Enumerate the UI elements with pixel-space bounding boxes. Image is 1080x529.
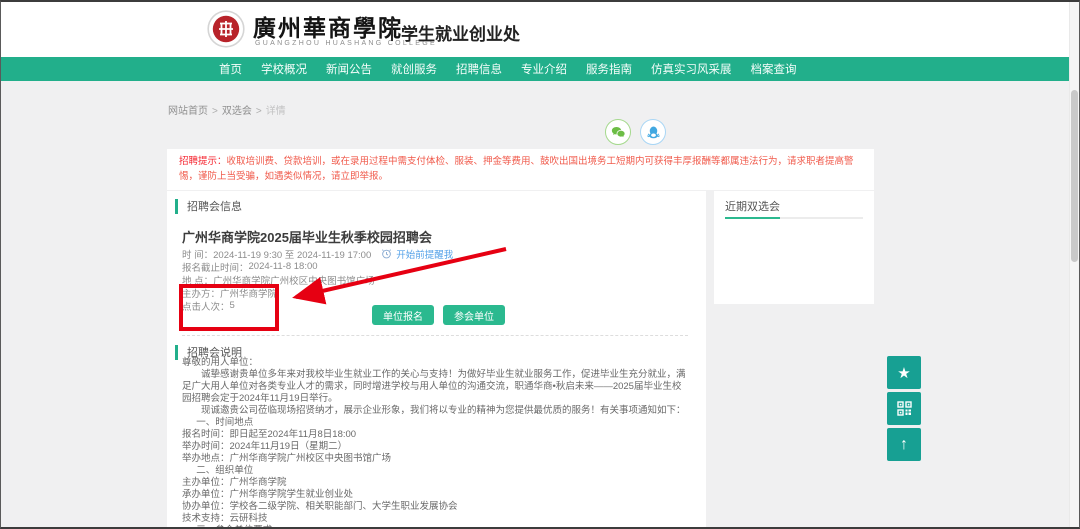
scrollbar-thumb[interactable]: [1071, 90, 1078, 262]
description-line: 举办时间：2024年11月19日（星期二）: [182, 441, 688, 453]
nav-item-home[interactable]: 首页: [219, 61, 242, 77]
wechat-share-button[interactable]: [605, 119, 631, 145]
wechat-icon: [610, 124, 627, 141]
nav-item-school-overview[interactable]: 学校概况: [261, 61, 307, 77]
warning-label: 招聘提示：: [179, 156, 227, 167]
school-name: 廣州華商學院: [253, 9, 403, 43]
favorite-button[interactable]: ★: [887, 356, 921, 389]
share-buttons: [605, 119, 666, 145]
qrcode-icon: [897, 401, 912, 416]
host-label: 主办方：: [182, 286, 220, 300]
deadline-label: 报名截止时间：: [182, 260, 249, 274]
nav-item-service-guide[interactable]: 服务指南: [586, 61, 632, 77]
recruitment-warning-banner: 招聘提示：收取培训费、贷款培训，或在录用过程中需支付体检、服装、押金等费用、鼓吹…: [167, 149, 874, 190]
nav-item-internship-showcase[interactable]: 仿真实习风采展: [651, 61, 732, 77]
section-title-text: 招聘会信息: [187, 198, 242, 214]
description-line: 三、参会单位要求: [182, 525, 688, 529]
unit-register-button[interactable]: 单位报名: [372, 305, 434, 325]
nav-items: 首页 学校概况 新闻公告 就创服务 招聘信息 专业介绍 服务指南 仿真实习风采展…: [219, 57, 797, 81]
breadcrumb-section[interactable]: 双选会: [222, 106, 252, 117]
nav-item-recruitment-info[interactable]: 招聘信息: [456, 61, 502, 77]
description-line: 技术支持：云研科技: [182, 513, 688, 525]
remind-me-link[interactable]: 开始前提醒我: [396, 247, 453, 261]
up-arrow-icon: ↑: [900, 436, 908, 454]
deadline-value: 2024-11-8 18:00: [249, 261, 318, 272]
clicks-value: 5: [230, 300, 235, 311]
star-icon: ★: [897, 364, 910, 382]
qrcode-button[interactable]: [887, 392, 921, 425]
place-label: 地 点：: [182, 273, 213, 287]
upcoming-fairs-title: 近期双选会: [725, 198, 780, 214]
event-place-row: 地 点： 广州华商学院广州校区中央图书馆广场: [182, 273, 453, 286]
section-title-event-info: 招聘会信息: [175, 198, 242, 214]
nav-item-employment-services[interactable]: 就创服务: [391, 61, 437, 77]
event-info-card: 招聘会信息 广州华商学院2025届毕业生秋季校园招聘会 时 间： 2024-11…: [167, 191, 706, 529]
description-line: 协办单位：学校各二级学院、相关职能部门、大学生职业发展协会: [182, 501, 688, 513]
breadcrumb-separator: >: [256, 106, 262, 117]
header-divider: [391, 18, 393, 41]
warning-text: 收取培训费、贷款培训，或在录用过程中需支付体检、服装、押金等费用、鼓吹出国出境务…: [179, 156, 854, 182]
nav-item-archive-query[interactable]: 档案查询: [751, 61, 797, 77]
description-line: 一、时间地点: [182, 417, 688, 429]
attendee-units-button[interactable]: 参会单位: [443, 305, 505, 325]
main-nav: 首页 学校概况 新闻公告 就创服务 招聘信息 专业介绍 服务指南 仿真实习风采展…: [1, 57, 1079, 81]
host-value: 广州华商学院: [220, 286, 277, 300]
breadcrumb-separator: >: [212, 106, 218, 117]
event-deadline-row: 报名截止时间： 2024-11-8 18:00: [182, 260, 453, 273]
school-seal-icon: [207, 10, 245, 48]
section-divider: [182, 335, 688, 336]
description-line: 尊敬的用人单位：: [182, 357, 688, 369]
section-accent-bar: [175, 199, 178, 214]
department-name: 学生就业创业处: [401, 20, 520, 45]
event-meta: 时 间： 2024-11-19 9:30 至 2024-11-19 17:00 …: [182, 247, 453, 312]
breadcrumb: 网站首页 > 双选会 > 详情: [168, 102, 286, 117]
event-description: 尊敬的用人单位： 诚挚感谢贵单位多年来对我校毕业生就业工作的关心与支持！为做好毕…: [182, 357, 688, 529]
event-host-row: 主办方： 广州华商学院: [182, 286, 453, 299]
description-line: 诚挚感谢贵单位多年来对我校毕业生就业工作的关心与支持！为做好毕业生就业服务工作，…: [182, 369, 688, 405]
time-label: 时 间：: [182, 247, 213, 261]
time-value: 2024-11-19 9:30 至 2024-11-19 17:00: [213, 247, 371, 261]
event-time-row: 时 间： 2024-11-19 9:30 至 2024-11-19 17:00 …: [182, 247, 453, 260]
event-title: 广州华商学院2025届毕业生秋季校园招聘会: [182, 227, 432, 246]
panel-underline-accent: [725, 217, 780, 219]
page: 廣州華商學院 GUANGZHOU HUASHANG COLLEGE 学生就业创业…: [0, 0, 1080, 529]
breadcrumb-current: 详情: [266, 106, 286, 117]
description-line: 承办单位：广州华商学院学生就业创业处: [182, 489, 688, 501]
site-header: 廣州華商學院 GUANGZHOU HUASHANG COLLEGE 学生就业创业…: [1, 2, 1079, 57]
description-line: 报名时间：即日起至2024年11月8日18:00: [182, 429, 688, 441]
description-line: 主办单位：广州华商学院: [182, 477, 688, 489]
section-accent-bar: [175, 345, 178, 360]
place-value: 广州华商学院广州校区中央图书馆广场: [213, 273, 375, 287]
description-line: 二、组织单位: [182, 465, 688, 477]
back-to-top-button[interactable]: ↑: [887, 428, 921, 461]
event-actions: 单位报名 参会单位: [372, 305, 505, 325]
scrollbar: [1069, 2, 1079, 527]
qq-share-button[interactable]: [640, 119, 666, 145]
nav-item-major-intro[interactable]: 专业介绍: [521, 61, 567, 77]
breadcrumb-home[interactable]: 网站首页: [168, 106, 208, 117]
description-line: 现诚邀贵公司莅临现场招贤纳才，展示企业形象，我们将以专业的精神为您提供最优质的服…: [182, 405, 688, 417]
clicks-label: 点击人次：: [182, 299, 230, 313]
qq-icon: [645, 124, 662, 141]
school-logo: [207, 10, 245, 48]
panel-underline: [725, 217, 863, 219]
description-line: 举办地点：广州华商学院广州校区中央图书馆广场: [182, 453, 688, 465]
upcoming-fairs-panel: 近期双选会: [714, 191, 874, 304]
alarm-clock-icon: [381, 248, 392, 259]
nav-item-news[interactable]: 新闻公告: [326, 61, 372, 77]
floating-toolbar: ★ ↑: [887, 356, 921, 461]
